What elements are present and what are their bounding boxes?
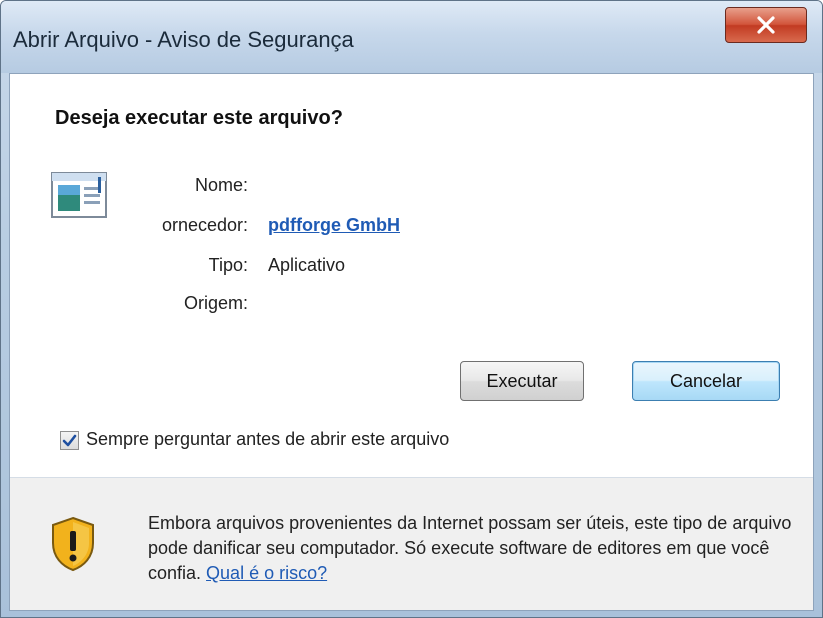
name-label: Nome: xyxy=(194,175,248,195)
close-button[interactable] xyxy=(725,7,807,43)
checkmark-icon xyxy=(62,434,77,447)
run-button-label: Executar xyxy=(486,370,558,391)
question-heading: Deseja executar este arquivo? xyxy=(55,107,343,129)
cancel-button[interactable]: Cancelar xyxy=(632,361,780,401)
type-label: Tipo: xyxy=(208,255,248,275)
publisher-label: ornecedor: xyxy=(161,215,248,235)
warning-footer: Embora arquivos provenientes da Internet… xyxy=(10,478,813,610)
always-ask-label[interactable]: Sempre perguntar antes de abrir este arq… xyxy=(86,429,449,450)
what-is-the-risk-link[interactable]: Qual é o risco? xyxy=(206,563,327,583)
run-button[interactable]: Executar xyxy=(460,361,584,401)
security-shield-warning-icon xyxy=(52,516,94,572)
origin-label: Origem: xyxy=(183,293,248,313)
type-value: Aplicativo xyxy=(268,255,346,275)
publisher-link[interactable]: pdfforge GmbH xyxy=(268,215,400,236)
always-ask-checkbox[interactable] xyxy=(60,431,79,450)
cancel-button-label: Cancelar xyxy=(669,370,743,391)
dialog-body: Deseja executar este arquivo? Nome: orne… xyxy=(9,73,814,611)
warning-message: Embora arquivos provenientes da Internet… xyxy=(148,511,798,586)
security-warning-dialog: Abrir Arquivo - Aviso de Segurança Desej… xyxy=(0,0,823,618)
window-title: Abrir Arquivo - Aviso de Segurança xyxy=(13,27,354,52)
title-bar[interactable]: Abrir Arquivo - Aviso de Segurança xyxy=(1,1,822,73)
close-icon xyxy=(757,16,775,34)
